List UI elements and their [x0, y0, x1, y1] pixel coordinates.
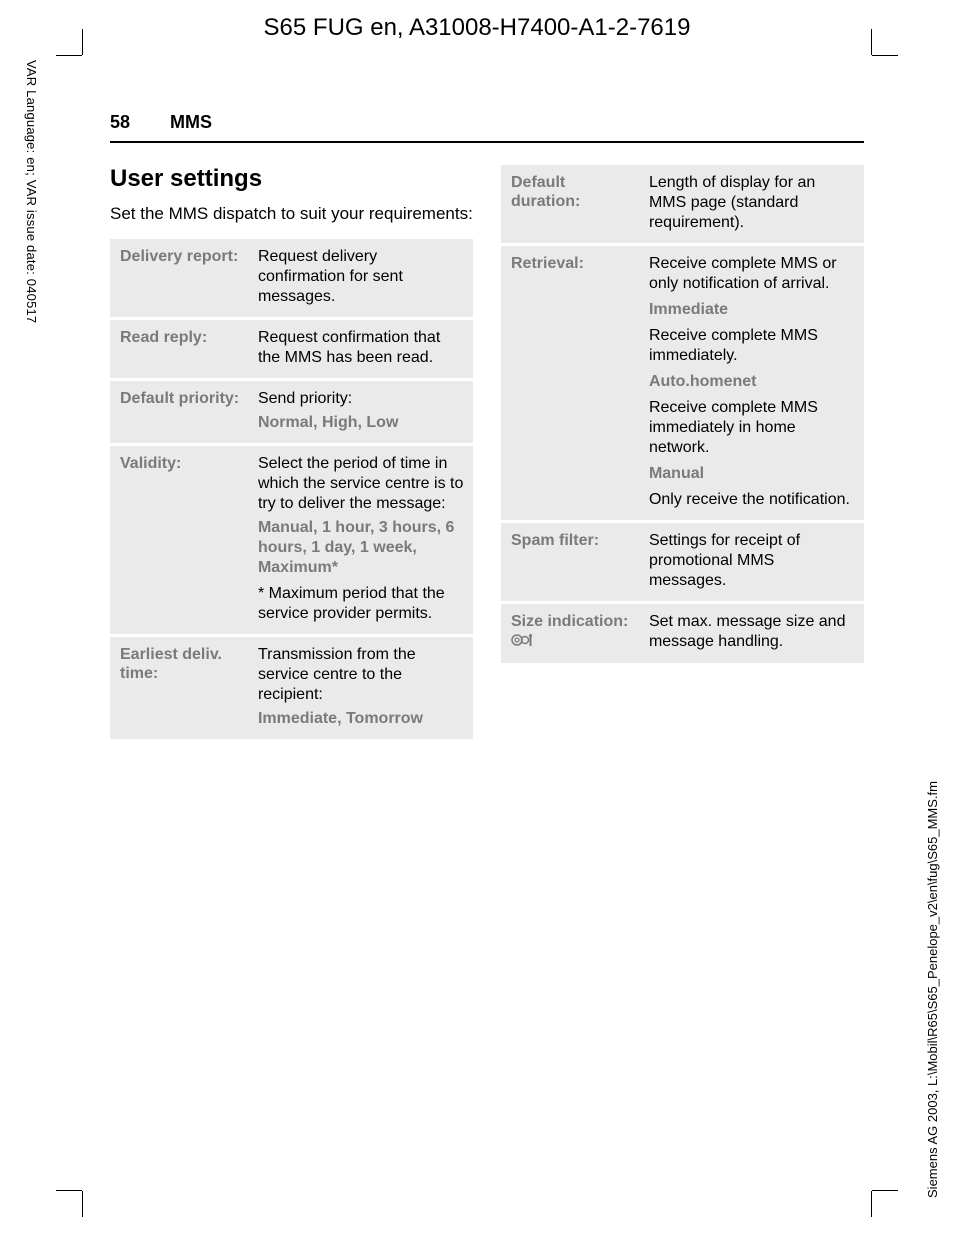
setting-note: * Maximum period that the service provid…: [258, 584, 465, 624]
setting-options: Manual, 1 hour, 3 hours, 6 hours, 1 day,…: [258, 518, 465, 578]
gear-icon: [511, 632, 533, 653]
setting-desc: Send priority: Normal, High, Low: [248, 380, 473, 445]
setting-options: Immediate, Tomorrow: [258, 709, 465, 729]
table-row: Read reply: Request confirmation that th…: [110, 319, 473, 380]
retrieval-body: Only receive the notification.: [649, 490, 856, 510]
settings-table-right: Default duration: Length of display for …: [501, 165, 864, 666]
retrieval-head: Immediate: [649, 300, 856, 320]
intro-text: Set the MMS dispatch to suit your requir…: [110, 203, 473, 225]
table-row: Default priority: Send priority: Normal,…: [110, 380, 473, 445]
setting-label: Default duration:: [501, 165, 639, 245]
setting-options: Normal, High, Low: [258, 413, 465, 433]
margin-right-text: Siemens AG 2003, L:\Mobil\R65\S65_Penelo…: [925, 781, 940, 1198]
setting-desc: Length of display for an MMS page (stand…: [639, 165, 864, 245]
setting-desc: Transmission from the service centre to …: [248, 636, 473, 741]
retrieval-head: Auto.homenet: [649, 372, 856, 392]
table-row: Delivery report: Request delivery confir…: [110, 239, 473, 319]
setting-desc-text: Transmission from the service centre to …: [258, 646, 416, 703]
setting-desc: Select the period of time in which the s…: [248, 445, 473, 636]
setting-desc-text: Select the period of time in which the s…: [258, 455, 463, 512]
table-row: Default duration: Length of display for …: [501, 165, 864, 245]
settings-table-left: Delivery report: Request delivery confir…: [110, 239, 473, 742]
retrieval-body: Receive complete MMS immediately.: [649, 326, 856, 366]
retrieval-body: Receive complete MMS immediately in home…: [649, 398, 856, 458]
retrieval-head: Manual: [649, 464, 856, 484]
setting-label: Default priority:: [110, 380, 248, 445]
setting-desc-text: Receive complete MMS or only notificatio…: [649, 255, 837, 292]
setting-desc: Request confirmation that the MMS has be…: [248, 319, 473, 380]
setting-label: Validity:: [110, 445, 248, 636]
crop-mark: [82, 1191, 83, 1217]
table-row: Validity: Select the period of time in w…: [110, 445, 473, 636]
table-row: Size indication: Set max. message size: [501, 603, 864, 665]
setting-label: Earliest deliv. time:: [110, 636, 248, 741]
table-row: Earliest deliv. time: Transmission from …: [110, 636, 473, 741]
section-title: User settings: [110, 165, 473, 193]
setting-label: Read reply:: [110, 319, 248, 380]
setting-desc: Settings for receipt of promotional MMS …: [639, 522, 864, 603]
crop-mark: [872, 1190, 898, 1191]
section-name: MMS: [170, 112, 212, 133]
page-number: 58: [110, 112, 130, 133]
crop-mark: [56, 1190, 82, 1191]
page-header: 58 MMS: [110, 48, 864, 143]
setting-label: Retrieval:: [501, 245, 639, 522]
setting-label: Delivery report:: [110, 239, 248, 319]
setting-desc: Request delivery confirmation for sent m…: [248, 239, 473, 319]
table-row: Retrieval: Receive complete MMS or only …: [501, 245, 864, 522]
setting-label: Spam filter:: [501, 522, 639, 603]
crop-mark: [871, 1191, 872, 1217]
setting-desc: Set max. message size and message handli…: [639, 603, 864, 665]
document-header: S65 FUG en, A31008-H7400-A1-2-7619: [0, 0, 954, 48]
setting-desc-text: Send priority:: [258, 390, 352, 407]
table-row: Spam filter: Settings for receipt of pro…: [501, 522, 864, 603]
setting-label: Size indication:: [501, 603, 639, 665]
setting-desc: Receive complete MMS or only notificatio…: [639, 245, 864, 522]
